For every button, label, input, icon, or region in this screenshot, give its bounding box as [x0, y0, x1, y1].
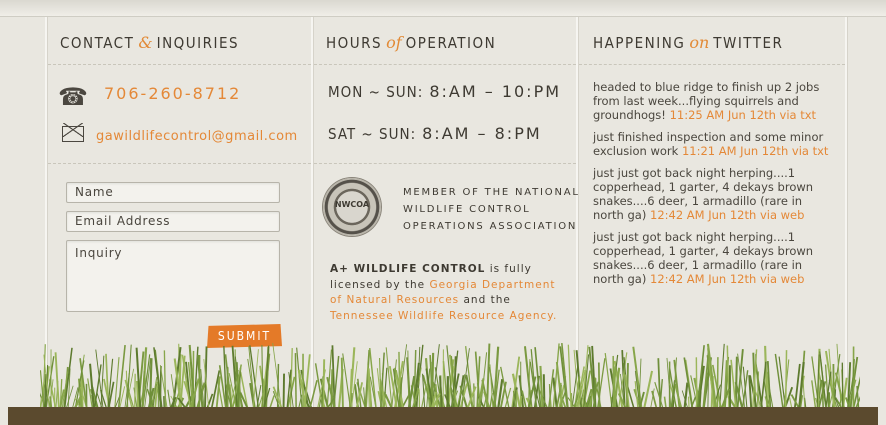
- tweet: just just got back night herping....1 co…: [593, 230, 814, 286]
- tweet: just finished inspection and some minor …: [593, 130, 829, 158]
- phone-number[interactable]: 706-260-8712: [104, 84, 241, 103]
- grass-blade: [657, 358, 662, 410]
- hours-heading: HOURS of OPERATION: [326, 33, 497, 52]
- tweet-timestamp-link[interactable]: 11:21 AM Jun 12th via txt: [682, 144, 828, 158]
- grass-blade: [642, 370, 654, 410]
- grass-blade: [114, 357, 120, 410]
- grass-decoration: [40, 342, 860, 410]
- divider: [48, 64, 311, 65]
- grass-blade: [282, 373, 286, 410]
- hours-row: SAT ~ SUN: 8:AM – 8:PM: [328, 124, 542, 143]
- divider: [579, 64, 845, 65]
- grass-blade: [784, 350, 788, 410]
- tweet: headed to blue ridge to finish up 2 jobs…: [593, 80, 820, 122]
- grass-blade: [330, 369, 334, 410]
- nwcoa-seal-logo: NWCOA: [323, 178, 381, 236]
- inquiry-textarea[interactable]: Inquiry: [66, 240, 280, 312]
- email-link[interactable]: gawildlifecontrol@gmail.com: [96, 129, 298, 144]
- divider: [48, 163, 311, 164]
- grass-blade: [718, 343, 725, 410]
- name-input[interactable]: Name: [66, 182, 280, 203]
- grass-blade: [342, 353, 352, 410]
- divider: [314, 163, 576, 164]
- grass-blade: [542, 374, 546, 410]
- grass-blade: [340, 357, 344, 410]
- envelope-icon: [62, 123, 84, 142]
- phone-icon: ☎: [58, 83, 88, 111]
- grass-blade: [308, 379, 318, 410]
- grass-blade: [276, 363, 280, 410]
- tennessee-wra-link[interactable]: Tennessee Wildlife Resource Agency: [330, 310, 553, 322]
- grass-blade: [841, 362, 844, 410]
- tweet-timestamp-link[interactable]: 11:25 AM Jun 12th via txt: [670, 108, 816, 122]
- grass-blade: [604, 353, 613, 410]
- grass-blade: [407, 350, 410, 410]
- grass-blade: [597, 362, 601, 410]
- tweet: just just got back night herping....1 co…: [593, 166, 814, 222]
- contact-heading: CONTACT & INQUIRIES: [60, 33, 240, 52]
- grass-blade: [802, 380, 806, 410]
- ground-strip: [8, 407, 878, 425]
- divider: [314, 64, 576, 65]
- hours-row: MON ~ SUN: 8:AM – 10:PM: [328, 82, 562, 101]
- twitter-heading: HAPPENING on TWITTER: [593, 33, 784, 52]
- grass-blade: [289, 348, 293, 410]
- association-text: MEMBER OF THE NATIONAL WILDLIFE CONTROL …: [403, 187, 580, 232]
- grass-blade: [726, 345, 730, 410]
- email-input[interactable]: Email Address: [66, 211, 280, 232]
- grass-blade: [247, 358, 257, 410]
- grass-blade: [294, 353, 297, 410]
- license-statement: A+ WILDLIFE CONTROL is fully licensed by…: [330, 263, 558, 322]
- tweet-timestamp-link[interactable]: 12:42 AM Jun 12th via web: [650, 208, 804, 222]
- tweet-list: headed to blue ridge to finish up 2 jobs…: [593, 80, 833, 294]
- grass-blade: [695, 357, 698, 410]
- top-bar: [0, 0, 886, 17]
- grass-blade: [593, 378, 597, 410]
- tweet-timestamp-link[interactable]: 12:42 AM Jun 12th via web: [650, 272, 804, 286]
